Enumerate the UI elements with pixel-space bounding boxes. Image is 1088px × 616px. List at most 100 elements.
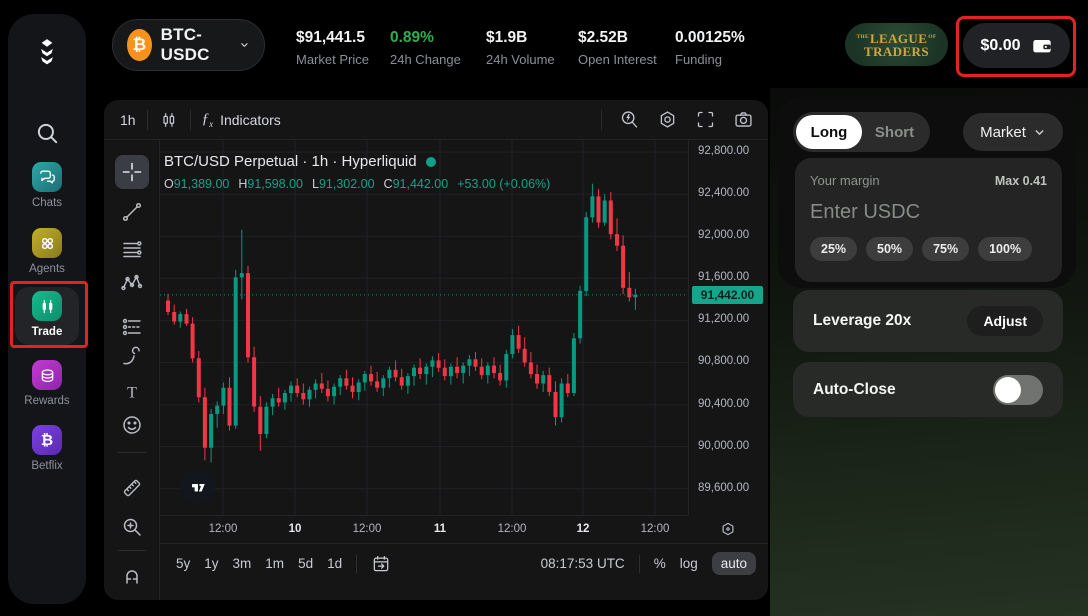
search-icon[interactable] xyxy=(34,120,60,146)
emoji-tool-icon[interactable] xyxy=(120,413,144,437)
trade-icon xyxy=(32,291,62,321)
sidebar-item-rewards[interactable]: Rewards xyxy=(8,360,86,407)
sidebar-item-label: Trade xyxy=(8,326,86,338)
wallet-balance-button[interactable]: $0.00 xyxy=(963,23,1070,68)
candlestick-chart[interactable] xyxy=(160,140,688,515)
order-type-label: Market xyxy=(980,124,1026,141)
sidebar-item-label: Chats xyxy=(8,197,86,209)
stat-24h-volume: $1.9B24h Volume xyxy=(486,29,555,67)
price-tick: 91,200.00 xyxy=(698,313,749,325)
auto-scale-button[interactable]: auto xyxy=(712,552,756,575)
crosshair-tool-icon[interactable] xyxy=(120,160,144,184)
range-1d[interactable]: 1d xyxy=(327,556,342,571)
time-tick: 12 xyxy=(577,523,590,535)
log-scale-button[interactable]: log xyxy=(680,556,698,571)
time-tick: 12:00 xyxy=(209,523,238,535)
stat-market-price: $91,441.5Market Price xyxy=(296,29,369,67)
fullscreen-icon[interactable] xyxy=(695,109,716,130)
agents-icon xyxy=(32,228,62,258)
sidebar-item-label: Betflix xyxy=(8,460,86,472)
percent-chip-75[interactable]: 75% xyxy=(922,237,969,261)
sidebar-item-chats[interactable]: Chats xyxy=(8,162,86,209)
badge-of: OF xyxy=(928,35,936,41)
toggle-knob xyxy=(995,377,1021,403)
side-tabs: Long Short xyxy=(793,112,930,152)
sidebar-item-trade[interactable]: Trade xyxy=(8,291,86,338)
range-5d[interactable]: 5d xyxy=(298,556,313,571)
ohlc-high: 91,598.00 xyxy=(247,177,303,191)
league-of-traders-badge[interactable]: THE LEAGUE OF TRADERS xyxy=(845,23,948,66)
price-tick: 92,800.00 xyxy=(698,145,749,157)
time-tick: 11 xyxy=(434,523,446,535)
market-pair-selector[interactable]: ₿ BTC-USDC xyxy=(112,19,265,71)
quick-search-icon[interactable] xyxy=(619,109,640,130)
app-logo-icon xyxy=(34,38,60,68)
sidebar-item-agents[interactable]: Agents xyxy=(8,228,86,275)
wallet-balance: $0.00 xyxy=(980,37,1020,55)
time-axis[interactable]: 12:001012:001112:001212:00 xyxy=(160,515,688,543)
stat-open-interest: $2.52BOpen Interest xyxy=(578,29,657,67)
svg-text:T: T xyxy=(127,385,137,402)
timezone-clock[interactable]: 08:17:53 UTC xyxy=(541,556,625,571)
order-type-dropdown[interactable]: Market xyxy=(963,113,1063,151)
betflix-icon: ₿ xyxy=(32,425,62,455)
range-3m[interactable]: 3m xyxy=(233,556,252,571)
position-tool-icon[interactable] xyxy=(120,315,144,339)
price-tick: 91,600.00 xyxy=(698,271,749,283)
fx-icon[interactable]: ƒx xyxy=(202,111,214,129)
leverage-card: Leverage 20x Adjust xyxy=(793,290,1063,352)
tab-short[interactable]: Short xyxy=(862,124,927,141)
magnet-tool-icon[interactable] xyxy=(120,563,144,587)
ohlc-open: 91,389.00 xyxy=(174,177,230,191)
range-5y[interactable]: 5y xyxy=(176,556,190,571)
percent-chip-100[interactable]: 100% xyxy=(978,237,1032,261)
auto-close-card: Auto-Close xyxy=(793,362,1063,417)
ruler-measure-tool-icon[interactable] xyxy=(120,476,144,500)
bitcoin-glyph: ₿ xyxy=(41,431,53,449)
range-1m[interactable]: 1m xyxy=(265,556,284,571)
price-tick: 92,000.00 xyxy=(698,229,749,241)
chart-panel: 1h ƒx Indicators xyxy=(104,100,768,600)
tradingview-logo[interactable] xyxy=(181,470,215,504)
axis-settings-gear-icon[interactable] xyxy=(719,520,737,538)
bitcoin-icon: ₿ xyxy=(127,29,152,61)
candlestick-style-icon[interactable] xyxy=(159,110,179,130)
margin-amount-input[interactable] xyxy=(810,201,1047,224)
price-tick: 92,400.00 xyxy=(698,187,749,199)
fib-lines-tool-icon[interactable] xyxy=(120,237,144,261)
brush-tool-icon[interactable] xyxy=(120,345,144,369)
margin-max: Max 0.41 xyxy=(995,174,1047,188)
interval-button[interactable]: 1h xyxy=(120,112,136,128)
camera-snapshot-icon[interactable] xyxy=(733,109,754,130)
percent-chip-25[interactable]: 25% xyxy=(810,237,857,261)
time-tick: 12:00 xyxy=(641,523,670,535)
price-axis[interactable]: 91,442.00 92,800.00 92,400.00 92,000.00 91,… xyxy=(688,140,768,515)
auto-close-toggle[interactable] xyxy=(993,375,1043,405)
price-tick: 89,600.00 xyxy=(698,482,749,494)
time-tick: 12:00 xyxy=(498,523,527,535)
go-to-date-calendar-icon[interactable] xyxy=(371,554,391,574)
badge-league: LEAGUE xyxy=(870,32,927,45)
range-1y[interactable]: 1y xyxy=(204,556,218,571)
text-tool-icon[interactable]: T xyxy=(120,380,144,404)
pair-label: BTC-USDC xyxy=(161,25,231,65)
ohlc-low: 91,302.00 xyxy=(319,177,375,191)
trend-line-tool-icon[interactable] xyxy=(120,200,144,224)
percent-scale-button[interactable]: % xyxy=(654,556,666,571)
badge-traders: TRADERS xyxy=(864,45,929,58)
zoom-in-tool-icon[interactable] xyxy=(120,515,144,539)
time-tick: 10 xyxy=(289,523,302,535)
percent-chip-50[interactable]: 50% xyxy=(866,237,913,261)
chart-bottom-toolbar: 5y 1y 3m 1m 5d 1d 08:17:53 UTC % log aut… xyxy=(160,543,768,583)
adjust-leverage-button[interactable]: Adjust xyxy=(967,306,1043,336)
sidebar: Chats Agents Trade Rewa xyxy=(8,14,86,604)
chart-settings-gear-icon[interactable] xyxy=(657,109,678,130)
current-price-label: 91,442.00 xyxy=(692,286,763,304)
sidebar-item-betflix[interactable]: ₿ Betflix xyxy=(8,425,86,472)
chart-symbol-title: BTC/USD Perpetual · 1h · Hyperliquid xyxy=(164,153,417,170)
xabcd-pattern-tool-icon[interactable] xyxy=(120,272,144,296)
tab-long[interactable]: Long xyxy=(796,115,862,149)
indicators-button[interactable]: Indicators xyxy=(220,112,281,128)
percent-chips: 25% 50% 75% 100% xyxy=(810,237,1047,261)
chevron-down-icon xyxy=(239,38,250,52)
